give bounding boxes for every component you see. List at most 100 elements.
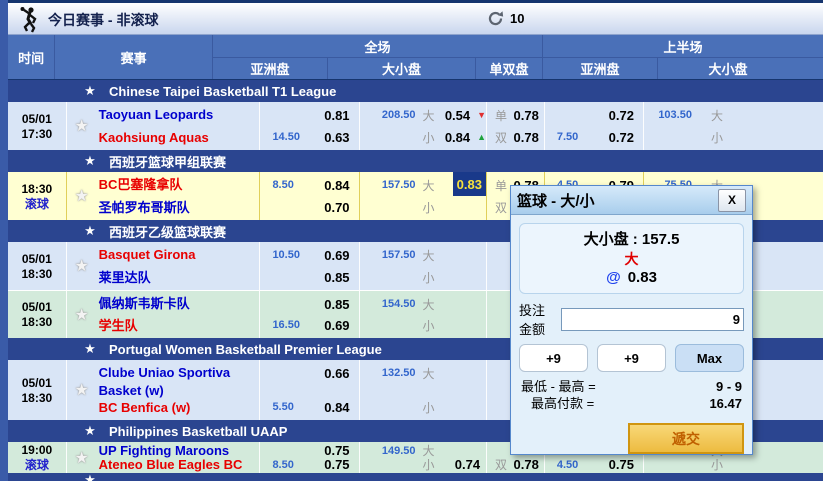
odds-button[interactable]: 0.69 bbox=[324, 318, 358, 333]
league-name: 西班牙乙级篮球联赛 bbox=[109, 222, 226, 241]
odd-even-cell: 单0.78 双0.78 bbox=[486, 102, 544, 150]
favorite-star-icon[interactable]: ★ bbox=[67, 176, 97, 216]
over-under-cell: 149.50大 小0.74 bbox=[359, 442, 487, 473]
league-star-icon[interactable]: ★ bbox=[75, 83, 105, 99]
col-header-asian-handicap: 亚洲盘 bbox=[213, 58, 328, 79]
odds-button[interactable]: 0.74 bbox=[455, 457, 486, 472]
asian-handicap-cell: 0.81 14.50 0.63 bbox=[259, 102, 358, 150]
home-team: 佩纳斯韦斯卡队 bbox=[99, 295, 260, 312]
over-under-cell: 154.50大 小 bbox=[359, 291, 487, 338]
league-star-icon[interactable]: ★ bbox=[75, 423, 105, 439]
odd-label: 单 bbox=[487, 107, 511, 124]
league-bar: ★ 西班牙篮球甲组联赛 bbox=[8, 150, 823, 172]
col-group-first-half: 上半场 bbox=[543, 35, 823, 57]
live-badge: 滚球 bbox=[25, 458, 49, 472]
odds-button[interactable]: 0.84 bbox=[324, 178, 358, 193]
odds-button[interactable]: 0.84 bbox=[445, 130, 476, 145]
odds-button[interactable]: 0.78 bbox=[514, 130, 544, 145]
page-left-border bbox=[0, 0, 8, 481]
total-line: 157.50 bbox=[360, 179, 416, 191]
league-star-icon[interactable]: ★ bbox=[75, 223, 105, 239]
col-group-full-time: 全场 bbox=[213, 35, 543, 57]
odds-button[interactable]: 0.75 bbox=[609, 457, 643, 472]
col-header-time: 时间 bbox=[8, 35, 55, 79]
odds-button[interactable]: 0.70 bbox=[324, 200, 358, 215]
match-date: 05/01 bbox=[22, 112, 52, 126]
odds-button[interactable]: 0.78 bbox=[514, 108, 544, 123]
under-label: 小 bbox=[416, 129, 442, 146]
max-payout-value: 16.47 bbox=[709, 395, 742, 412]
handicap-value: 14.50 bbox=[260, 131, 316, 143]
col-header-over-under-half: 大小盘 bbox=[658, 58, 798, 79]
refresh-icon[interactable] bbox=[487, 10, 504, 27]
total-line: 157.50 bbox=[360, 249, 416, 261]
league-star-icon[interactable]: ★ bbox=[75, 473, 105, 481]
col-header-over-under: 大小盘 bbox=[328, 58, 476, 79]
odds-button[interactable]: 0.81 bbox=[324, 108, 358, 123]
quick-stake-button[interactable]: +9 bbox=[597, 344, 666, 372]
total-line: 132.50 bbox=[360, 367, 416, 379]
stake-input[interactable] bbox=[561, 308, 744, 331]
time-cell: 18:30 滚球 bbox=[8, 172, 66, 220]
home-team: Clube Uniao Sportiva bbox=[99, 364, 260, 381]
submit-button[interactable]: 遞交 bbox=[628, 423, 744, 454]
even-label: 双 bbox=[487, 129, 511, 146]
over-label: 大 bbox=[416, 365, 442, 382]
quick-stake-button[interactable]: +9 bbox=[519, 344, 588, 372]
favorite-star-icon[interactable]: ★ bbox=[67, 444, 97, 471]
odds-button[interactable]: 0.72 bbox=[609, 108, 643, 123]
odds-button[interactable]: 0.72 bbox=[609, 130, 643, 145]
favorite-star-icon[interactable]: ★ bbox=[67, 246, 97, 286]
handicap-value: 7.50 bbox=[545, 131, 601, 143]
selected-odds-button[interactable]: 0.83 bbox=[453, 172, 487, 196]
away-team: Kaohsiung Aquas bbox=[99, 129, 260, 146]
home-team-line2: Basket (w) bbox=[99, 382, 260, 399]
event-cell: ★ Clube Uniao Sportiva Basket (w) BC Ben… bbox=[66, 360, 260, 420]
under-label: 小 bbox=[416, 456, 442, 473]
match-time: 17:30 bbox=[21, 127, 52, 141]
odds-button[interactable]: 0.75 bbox=[324, 443, 358, 458]
close-button[interactable]: X bbox=[718, 189, 746, 212]
quick-stake-buttons: +9 +9 Max bbox=[519, 344, 744, 372]
odds-button[interactable]: 0.75 bbox=[324, 457, 358, 472]
col-header-asian-handicap-half: 亚洲盘 bbox=[543, 58, 658, 79]
event-cell: ★ UP Fighting Maroons Ateneo Blue Eagles… bbox=[66, 442, 260, 473]
under-label: 小 bbox=[416, 399, 442, 416]
odds-button[interactable]: 0.63 bbox=[324, 130, 358, 145]
favorite-star-icon[interactable]: ★ bbox=[67, 295, 97, 334]
under-label: 小 bbox=[416, 317, 442, 334]
max-payout-label: 最高付款 = bbox=[521, 395, 594, 412]
handicap-value: 8.50 bbox=[260, 179, 316, 191]
odds-button[interactable]: 0.85 bbox=[324, 270, 358, 285]
live-badge: 滚球 bbox=[25, 197, 49, 211]
bet-info-box: 大小盘 : 157.5 大 @0.83 bbox=[519, 223, 744, 294]
page-title: 今日赛事 - 非滚球 bbox=[48, 10, 158, 30]
odds-button[interactable]: 0.84 bbox=[324, 400, 358, 415]
away-team: BC Benfica (w) bbox=[99, 399, 260, 416]
odds-button[interactable]: 0.54 bbox=[445, 108, 476, 123]
league-star-icon[interactable]: ★ bbox=[75, 341, 105, 357]
match-date: 05/01 bbox=[22, 376, 52, 390]
max-stake-button[interactable]: Max bbox=[675, 344, 744, 372]
league-star-icon[interactable]: ★ bbox=[75, 153, 105, 169]
favorite-star-icon[interactable]: ★ bbox=[67, 106, 97, 146]
total-line: 154.50 bbox=[360, 298, 416, 310]
asian-handicap-cell: 10.500.69 0.85 bbox=[259, 242, 358, 290]
odds-button[interactable]: 0.85 bbox=[324, 297, 358, 312]
handicap-value: 5.50 bbox=[260, 401, 316, 413]
away-team: 学生队 bbox=[99, 317, 260, 334]
favorite-star-icon[interactable]: ★ bbox=[67, 364, 97, 416]
odds-button[interactable]: 0.66 bbox=[324, 366, 358, 381]
odds-button[interactable]: 0.69 bbox=[324, 248, 358, 263]
odds-button[interactable]: 0.78 bbox=[514, 457, 544, 472]
event-cell: ★ BC巴塞隆拿队 圣帕罗布哥斯队 bbox=[66, 172, 260, 220]
match-date: 05/01 bbox=[22, 300, 52, 314]
over-label: 大 bbox=[416, 107, 442, 124]
over-label: 大 bbox=[416, 177, 442, 194]
stake-label: 投注金额 bbox=[519, 300, 555, 338]
at-sign: @ bbox=[606, 269, 621, 286]
over-under-cell: 208.50大0.54▼ 小0.84▲ bbox=[359, 102, 487, 150]
handicap-value: 4.50 bbox=[545, 459, 601, 471]
odd-label: 单 bbox=[487, 177, 511, 194]
limits-label: 最低 - 最高 = bbox=[521, 378, 596, 395]
